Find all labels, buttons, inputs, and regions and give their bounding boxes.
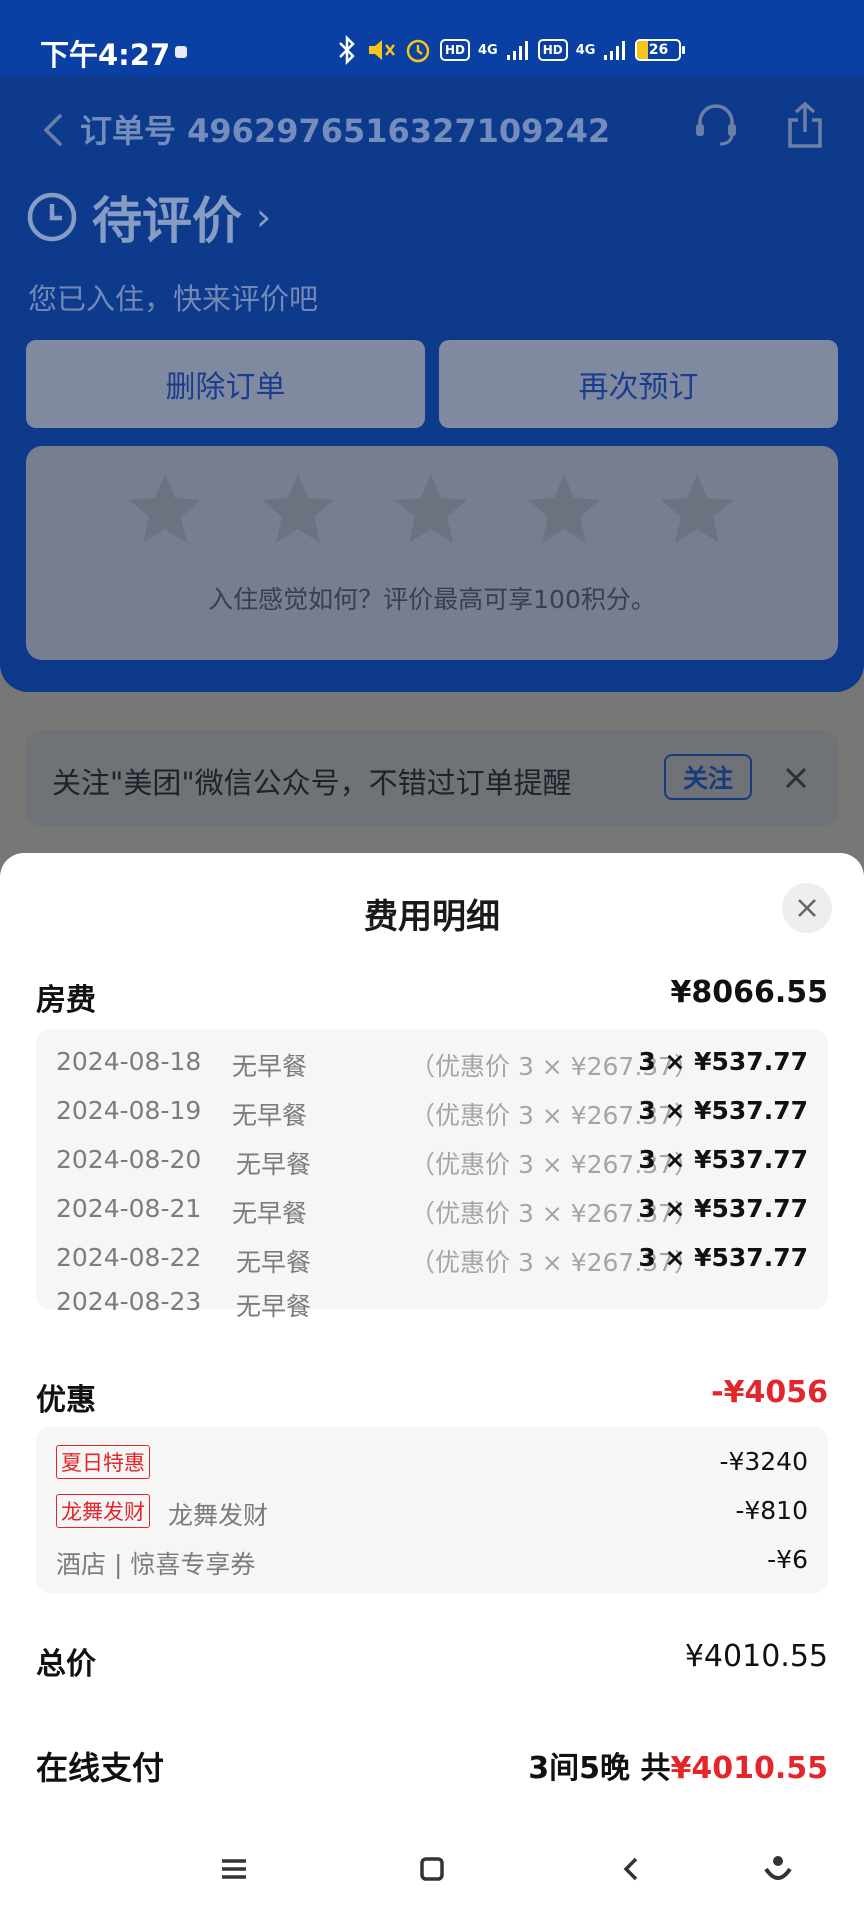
close-icon bbox=[798, 899, 816, 917]
system-nav-bar bbox=[0, 1815, 864, 1920]
mute-icon bbox=[369, 40, 395, 60]
discount-amount: -¥810 bbox=[735, 1496, 808, 1525]
star-icon[interactable] bbox=[392, 470, 470, 548]
share-icon[interactable] bbox=[780, 100, 830, 152]
signal-icon-2: 4G bbox=[575, 42, 596, 58]
room-fee-amount: ¥8066.55 bbox=[670, 975, 828, 1010]
night-date: 2024-08-21 bbox=[56, 1194, 202, 1223]
customer-service-icon[interactable] bbox=[690, 100, 742, 152]
assistant-icon[interactable] bbox=[758, 1849, 798, 1889]
sheet-title: 费用明细 bbox=[364, 897, 500, 937]
room-night-row: 2024-08-21 无早餐 （优惠价 3 × ¥267.37） 3 × ¥53… bbox=[36, 1188, 828, 1228]
follow-banner: 关注"美团"微信公众号，不错过订单提醒 关注 bbox=[26, 730, 838, 826]
signal-bars-icon-1 bbox=[506, 41, 528, 60]
payment-summary-text: 3间5晚 共 bbox=[528, 1751, 671, 1786]
clock-icon bbox=[27, 192, 77, 242]
delete-order-button[interactable]: 删除订单 bbox=[26, 340, 425, 428]
discount-total: -¥4056 bbox=[711, 1375, 828, 1410]
notification-dot-icon bbox=[175, 46, 187, 58]
room-night-row: 2024-08-23 无早餐 bbox=[36, 1265, 828, 1321]
night-date: 2024-08-18 bbox=[56, 1047, 202, 1076]
rating-hint: 入住感觉如何？评价最高可享100积分。 bbox=[208, 585, 656, 614]
discount-item: 酒店 | 惊喜专享券 -¥6 bbox=[36, 1537, 828, 1579]
room-fee-breakdown: 2024-08-18 无早餐 （优惠价 3 × ¥267.37） 3 × ¥53… bbox=[36, 1029, 828, 1321]
star-icon[interactable] bbox=[259, 470, 337, 548]
follow-button[interactable]: 关注 bbox=[664, 754, 752, 800]
night-price: 3 × ¥537.77 bbox=[638, 1096, 808, 1125]
bluetooth-icon bbox=[339, 35, 355, 65]
rating-stars bbox=[126, 470, 736, 548]
battery-icon: 26 bbox=[635, 39, 686, 61]
room-fee-label: 房费 bbox=[36, 983, 96, 1018]
payment-summary: 3间5晚 共¥4010.55 bbox=[528, 1743, 828, 1787]
room-night-row: 2024-08-18 无早餐 （优惠价 3 × ¥267.37） 3 × ¥53… bbox=[36, 1041, 828, 1081]
discount-label: 优惠 bbox=[36, 1383, 96, 1418]
discount-header: 优惠 -¥4056 bbox=[36, 1375, 828, 1419]
night-price: 3 × ¥537.77 bbox=[638, 1145, 808, 1174]
status-bar: 下午4:27 HD 4G HD 4G 26 bbox=[0, 0, 864, 76]
discount-name: 酒店 | 惊喜专享券 bbox=[56, 1550, 256, 1579]
rebook-button[interactable]: 再次预订 bbox=[439, 340, 838, 428]
payment-row: 在线支付 3间5晚 共¥4010.55 bbox=[36, 1743, 828, 1793]
total-amount: ¥4010.55 bbox=[684, 1639, 828, 1674]
star-icon[interactable] bbox=[126, 470, 204, 548]
close-icon[interactable] bbox=[778, 760, 814, 796]
night-meal: 无早餐 bbox=[236, 1292, 312, 1321]
hd-badge-2: HD bbox=[537, 39, 568, 61]
discount-tag: 龙舞发财 bbox=[56, 1494, 150, 1528]
menu-icon[interactable] bbox=[214, 1849, 254, 1889]
star-icon[interactable] bbox=[658, 470, 736, 548]
night-date: 2024-08-23 bbox=[56, 1287, 202, 1316]
room-night-row: 2024-08-19 无早餐 （优惠价 3 × ¥267.37） 3 × ¥53… bbox=[36, 1090, 828, 1130]
room-fee-header: 房费 ¥8066.55 bbox=[36, 975, 828, 1019]
discount-tag: 夏日特惠 bbox=[56, 1445, 150, 1479]
night-date: 2024-08-20 bbox=[56, 1145, 202, 1174]
alarm-icon bbox=[406, 39, 430, 63]
follow-banner-text: 关注"美团"微信公众号，不错过订单提醒 bbox=[52, 766, 572, 800]
order-status[interactable]: 待评价 › bbox=[26, 186, 272, 250]
battery-level: 26 bbox=[648, 42, 669, 58]
discount-name: 龙舞发财 bbox=[168, 1501, 269, 1530]
rating-card: 入住感觉如何？评价最高可享100积分。 bbox=[26, 446, 838, 660]
chevron-right-icon: › bbox=[256, 195, 272, 239]
order-number: 订单号 4962976516327109242 bbox=[80, 112, 611, 150]
total-row: 总价 ¥4010.55 bbox=[36, 1639, 828, 1685]
signal-bars-icon-2 bbox=[604, 41, 626, 60]
discount-item: 夏日特惠 -¥3240 bbox=[36, 1439, 828, 1479]
discount-amount: -¥3240 bbox=[719, 1447, 808, 1476]
discount-item: 龙舞发财 龙舞发财 -¥810 bbox=[36, 1488, 828, 1530]
night-meal: 无早餐 bbox=[232, 1052, 308, 1081]
payment-label: 在线支付 bbox=[36, 1749, 165, 1787]
night-date: 2024-08-19 bbox=[56, 1096, 202, 1125]
order-actions: 删除订单 再次预订 bbox=[26, 340, 838, 428]
status-icons: HD 4G HD 4G 26 bbox=[336, 30, 686, 70]
status-title: 待评价 bbox=[92, 192, 242, 250]
back-icon[interactable] bbox=[36, 108, 72, 152]
status-time: 下午4:27 bbox=[40, 38, 171, 72]
status-subtitle: 您已入住，快来评价吧 bbox=[28, 282, 319, 316]
night-meal: 无早餐 bbox=[232, 1199, 308, 1228]
payment-amount: ¥4010.55 bbox=[670, 1751, 828, 1786]
home-icon[interactable] bbox=[412, 1849, 452, 1889]
top-nav: 订单号 4962976516327109242 bbox=[0, 100, 864, 160]
hd-badge-1: HD bbox=[440, 39, 471, 61]
signal-icon-1: 4G bbox=[478, 42, 498, 58]
sheet-close-button[interactable] bbox=[782, 883, 832, 933]
order-header: 订单号 4962976516327109242 待评价 › 您已入住，快来评价吧… bbox=[0, 76, 864, 692]
discount-breakdown: 夏日特惠 -¥3240 龙舞发财 龙舞发财 -¥810 酒店 | 惊喜专享券 -… bbox=[36, 1427, 828, 1593]
night-price: 3 × ¥537.77 bbox=[638, 1194, 808, 1223]
back-nav-icon[interactable] bbox=[612, 1849, 652, 1889]
star-icon[interactable] bbox=[525, 470, 603, 548]
fee-detail-sheet: 费用明细 房费 ¥8066.55 2024-08-18 无早餐 （优惠价 3 ×… bbox=[0, 853, 864, 1920]
total-label: 总价 bbox=[36, 1647, 96, 1682]
night-meal: 无早餐 bbox=[236, 1150, 312, 1179]
discount-amount: -¥6 bbox=[767, 1545, 808, 1574]
room-night-row: 2024-08-20 无早餐 （优惠价 3 × ¥267.37） 3 × ¥53… bbox=[36, 1139, 828, 1179]
night-price: 3 × ¥537.77 bbox=[638, 1047, 808, 1076]
night-meal: 无早餐 bbox=[232, 1101, 308, 1130]
